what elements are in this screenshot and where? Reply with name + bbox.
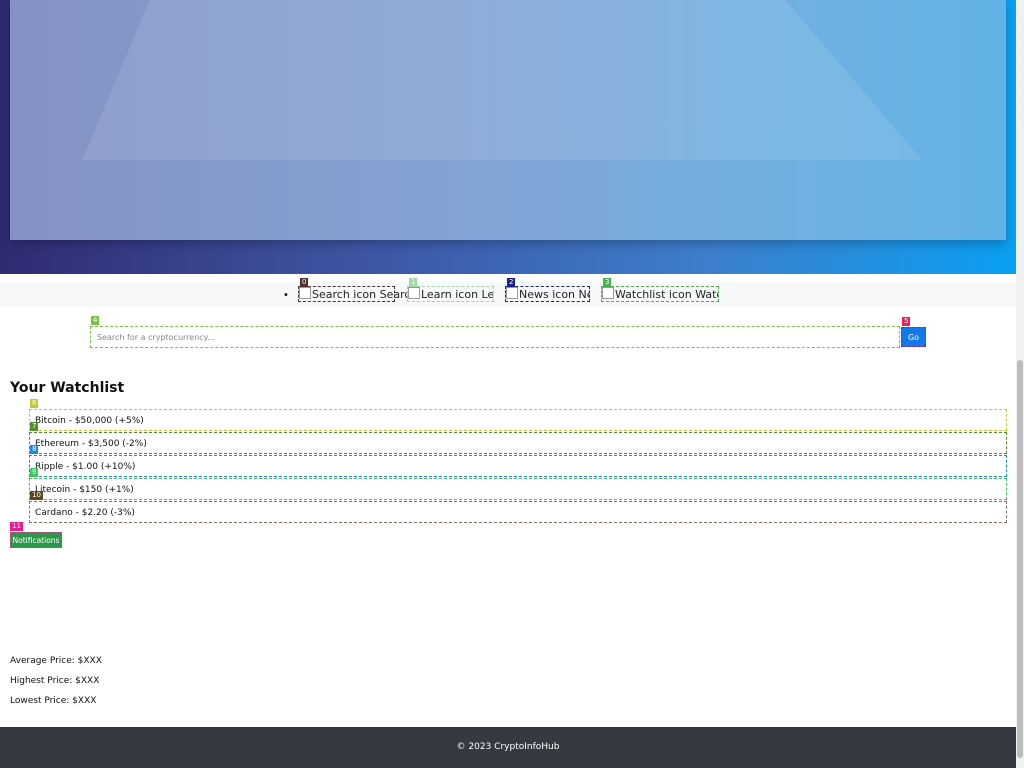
- watchlist-title: Your Watchlist: [10, 380, 125, 396]
- watchlist-icon: [602, 287, 614, 299]
- nav-link-watchlist[interactable]: Watchlist icon Watchlist: [601, 286, 719, 302]
- nav-bullet: •: [283, 290, 289, 301]
- watchlist-item-litecoin[interactable]: Litecoin - $150 (+1%): [29, 478, 1007, 500]
- footer-copyright: © 2023 CryptoInfoHub: [456, 742, 560, 752]
- footer: © 2023 CryptoInfoHub: [0, 727, 1016, 768]
- search-icon: [299, 287, 311, 299]
- element-tag: 6: [30, 399, 39, 408]
- nav-link-learn[interactable]: Learn icon Learn: [407, 286, 494, 302]
- page: • 0 Search icon Search 1 Learn icon Lear…: [0, 0, 1016, 768]
- nav-link-news-label: News icon News: [519, 288, 589, 301]
- search-input[interactable]: [90, 326, 900, 348]
- scrollbar-thumb[interactable]: [1017, 360, 1023, 758]
- watchlist-item-cardano[interactable]: Cardano - $2.20 (-3%): [29, 501, 1007, 523]
- notifications-button[interactable]: Notifications: [10, 532, 62, 548]
- element-tag: 8: [30, 445, 39, 454]
- element-tag: 9: [30, 468, 39, 477]
- hero-trapezoid-graphic: [82, 0, 922, 160]
- element-tag: 4: [91, 316, 100, 325]
- element-tag: 10: [30, 491, 43, 500]
- search-go-button[interactable]: Go: [901, 327, 926, 347]
- news-icon: [506, 287, 518, 299]
- element-tag: 7: [30, 422, 39, 431]
- hero-banner: [0, 0, 1016, 274]
- element-tag: 11: [10, 522, 23, 531]
- watchlist-item-ethereum[interactable]: Ethereum - $3,500 (-2%): [29, 432, 1007, 454]
- hero-image: [10, 0, 1006, 240]
- nav-link-search[interactable]: Search icon Search: [298, 286, 417, 302]
- page-scrollbar[interactable]: [1016, 0, 1024, 768]
- stat-highest-price: Highest Price: $XXX: [10, 676, 100, 686]
- learn-icon: [408, 287, 420, 299]
- watchlist-item-bitcoin[interactable]: Bitcoin - $50,000 (+5%): [29, 409, 1007, 431]
- stat-lowest-price: Lowest Price: $XXX: [10, 696, 97, 706]
- main-nav: • 0 Search icon Search 1 Learn icon Lear…: [0, 278, 1016, 307]
- nav-link-search-label: Search icon Search: [312, 288, 418, 301]
- nav-link-news[interactable]: News icon News: [505, 286, 590, 302]
- element-tag: 5: [902, 317, 911, 326]
- watchlist-item-ripple[interactable]: Ripple - $1.00 (+10%): [29, 455, 1007, 477]
- nav-link-learn-label: Learn icon Learn: [421, 288, 494, 301]
- stat-average-price: Average Price: $XXX: [10, 656, 102, 666]
- nav-link-watchlist-label: Watchlist icon Watchlist: [615, 288, 718, 301]
